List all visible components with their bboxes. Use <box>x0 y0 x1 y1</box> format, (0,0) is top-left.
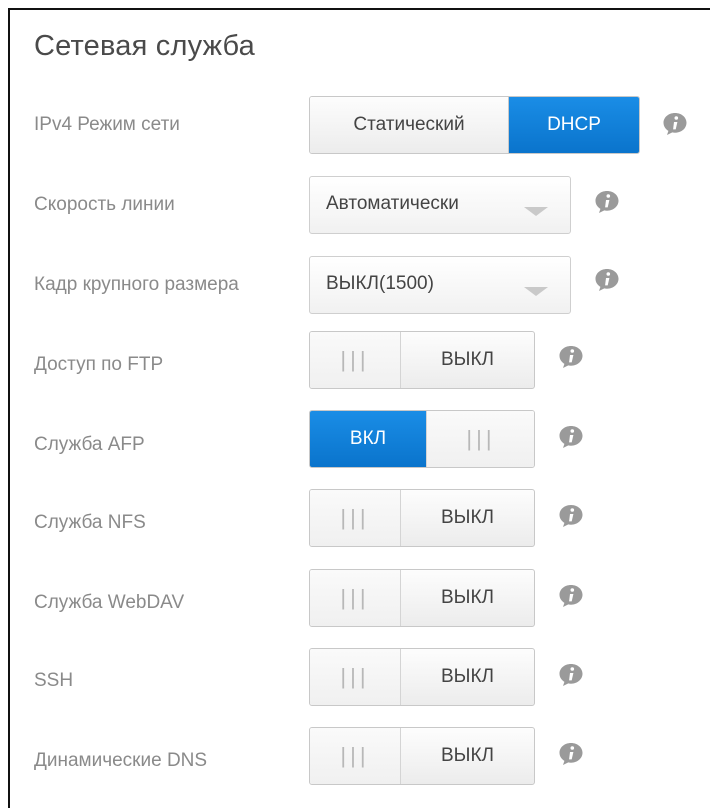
chevron-down-icon <box>524 207 548 216</box>
toggle-grip-icon: ||| <box>310 490 401 546</box>
toggle-state-label: ВЫКЛ <box>440 349 495 370</box>
toggle-state-label: ВЫКЛ <box>440 587 495 608</box>
dhcp-mode-button[interactable]: DHCP <box>509 97 639 153</box>
toggle-state-label: ВЫКЛ <box>440 507 495 528</box>
info-icon[interactable] <box>558 345 584 369</box>
toggle-state-label: ВКЛ <box>310 411 426 467</box>
jumbo-frame-label: Кадр крупного размера <box>34 274 239 295</box>
info-icon[interactable] <box>594 190 620 214</box>
toggle-grip-icon: ||| <box>426 411 534 467</box>
afp-service-toggle[interactable]: ВКЛ ||| <box>309 410 535 468</box>
toggle-grip-icon: ||| <box>310 649 401 705</box>
network-mode-segmented-control: Статический DHCP <box>309 96 640 154</box>
network-mode-label: IPv4 Режим сети <box>34 114 180 135</box>
info-icon[interactable] <box>558 663 584 687</box>
nfs-service-label: Служба NFS <box>34 512 146 533</box>
ftp-access-label: Доступ по FTP <box>34 354 164 375</box>
toggle-state-label: ВЫКЛ <box>440 666 495 687</box>
info-icon[interactable] <box>662 112 688 136</box>
ftp-access-toggle[interactable]: ||| ВЫКЛ <box>309 331 535 389</box>
toggle-grip-icon: ||| <box>310 332 401 388</box>
page-title: Сетевая служба <box>34 30 256 62</box>
ssh-toggle[interactable]: ||| ВЫКЛ <box>309 648 535 706</box>
info-icon[interactable] <box>558 742 584 766</box>
jumbo-frame-value: ВЫКЛ(1500) <box>326 273 434 294</box>
link-speed-value: Автоматически <box>326 193 459 214</box>
jumbo-frame-dropdown[interactable]: ВЫКЛ(1500) <box>309 256 571 314</box>
nfs-service-toggle[interactable]: ||| ВЫКЛ <box>309 489 535 547</box>
ssh-label: SSH <box>34 670 74 691</box>
info-icon[interactable] <box>594 268 620 292</box>
static-mode-button[interactable]: Статический <box>310 97 509 153</box>
dynamic-dns-label: Динамические DNS <box>34 750 208 771</box>
afp-service-label: Служба AFP <box>34 434 145 455</box>
info-icon[interactable] <box>558 504 584 528</box>
webdav-service-toggle[interactable]: ||| ВЫКЛ <box>309 569 535 627</box>
link-speed-dropdown[interactable]: Автоматически <box>309 176 571 234</box>
info-icon[interactable] <box>558 584 584 608</box>
toggle-grip-icon: ||| <box>310 570 401 626</box>
toggle-state-label: ВЫКЛ <box>440 745 495 766</box>
toggle-grip-icon: ||| <box>310 728 401 784</box>
webdav-service-label: Служба WebDAV <box>34 592 185 613</box>
chevron-down-icon <box>524 287 548 296</box>
link-speed-label: Скорость линии <box>34 194 175 215</box>
info-icon[interactable] <box>558 425 584 449</box>
dynamic-dns-toggle[interactable]: ||| ВЫКЛ <box>309 727 535 785</box>
